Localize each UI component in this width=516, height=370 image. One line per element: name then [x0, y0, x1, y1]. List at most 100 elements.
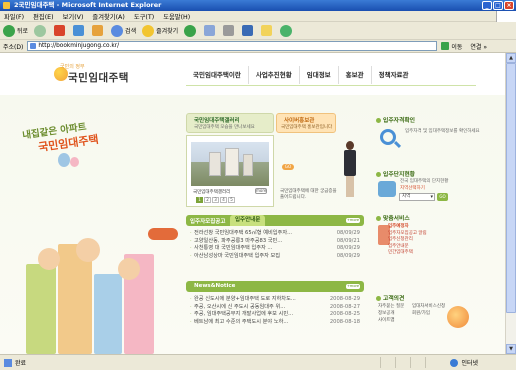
- gallery-more-button[interactable]: more: [255, 188, 267, 194]
- region-select[interactable]: 지역: [399, 193, 435, 201]
- mail-icon: [204, 25, 216, 36]
- list-item[interactable]: 완공 신도시에 분양+임대주택 도로 지하차도... 2008-08-29: [190, 296, 360, 304]
- stop-icon: [54, 25, 66, 36]
- globe-icon: [450, 358, 459, 367]
- links-button[interactable]: 연결 »: [470, 42, 487, 51]
- gallery-title: 국민임대주택갤러리: [194, 118, 240, 124]
- pager-item[interactable]: 2: [204, 197, 211, 203]
- discuss-button[interactable]: [261, 25, 274, 36]
- pager-item[interactable]: 4: [220, 197, 227, 203]
- site-logo[interactable]: 국민임대주택: [68, 70, 129, 85]
- sitemap-link[interactable]: 사이트맵: [378, 317, 404, 324]
- cyber-go-button[interactable]: GO: [282, 164, 294, 170]
- news-list: 완공 신도시에 분양+임대주택 도로 지하차도... 2008-08-29 주공,…: [190, 296, 360, 327]
- pager-item[interactable]: 1: [196, 197, 203, 203]
- gallery-photo[interactable]: [191, 142, 269, 186]
- favorites-button[interactable]: 즐겨찾기: [142, 24, 178, 37]
- forward-button[interactable]: [34, 24, 48, 37]
- history-button[interactable]: [184, 24, 198, 37]
- list-item[interactable]: 전라선창 국민임대주택 65㎡형 예비입주자... 08/09/29: [190, 230, 360, 238]
- customer-title: 고객의견: [376, 293, 404, 302]
- list-item[interactable]: 고양일산동, 파주공릉3 마주공83 국민... 08/09/21: [190, 237, 360, 246]
- disclosure-link[interactable]: 정보공개: [378, 310, 404, 317]
- nav-progress[interactable]: 사업추진현황: [247, 66, 299, 84]
- close-button[interactable]: ×: [504, 1, 514, 10]
- nav-about[interactable]: 국민임대주택이란: [186, 66, 248, 84]
- scroll-down-arrow-icon[interactable]: ▼: [506, 344, 516, 354]
- go-arrow-icon: [441, 42, 450, 50]
- print-button[interactable]: [223, 25, 236, 36]
- news-item-title: 주공, 오산시에 신 주도시 공동임대주 위...: [194, 303, 286, 310]
- guide-woman-image: [343, 141, 357, 197]
- ie-logo-icon: [3, 2, 10, 9]
- airplane-icon: [148, 228, 178, 240]
- region-go-button[interactable]: GO: [437, 193, 448, 201]
- scroll-thumb[interactable]: [506, 63, 516, 313]
- back-button[interactable]: 뒤로: [3, 24, 28, 37]
- cyber-description: 국민임대주택에 대한 궁금증을 풀어드립니다.: [280, 189, 337, 200]
- stop-button[interactable]: [54, 25, 67, 36]
- search-button[interactable]: 검색: [111, 24, 136, 37]
- notice-date: 08/09/21: [336, 237, 360, 244]
- menu-help[interactable]: 도움말(H): [163, 12, 190, 21]
- notice-more-button[interactable]: +more: [346, 218, 360, 223]
- tab-guide[interactable]: 입주안내문: [230, 215, 266, 226]
- list-item[interactable]: 베트남에 최고 수준의 주택도시 분야 노하... 2008-08-18: [190, 318, 360, 327]
- menu-file[interactable]: 파일(F): [4, 12, 24, 21]
- list-item[interactable]: 아산남성상마 국민임대주택 입주자 모집 08/09/29: [190, 253, 360, 261]
- customer-links-right: 임대차서비스신청 회원/가입: [412, 303, 445, 317]
- vertical-scrollbar[interactable]: ▲ ▼: [505, 53, 516, 354]
- news-title[interactable]: News&Notice: [194, 283, 235, 289]
- edit-button[interactable]: [242, 25, 255, 36]
- tab-recruit[interactable]: 입주자모집공고: [190, 217, 225, 225]
- home-button[interactable]: [92, 25, 105, 36]
- menu-bar: 파일(F) 편집(E) 보기(V) 즐겨찾기(A) 도구(T) 도움말(H): [0, 11, 516, 22]
- nav-policy[interactable]: 정책자료관: [370, 66, 416, 84]
- list-item[interactable]: 주공, 임대주택공부지 개발사업에 후보 시민... 2008-08-25: [190, 311, 360, 319]
- news-item-date: 2008-08-18: [329, 318, 360, 325]
- search-icon: [111, 24, 124, 37]
- maximize-button[interactable]: □: [493, 1, 503, 10]
- service-item[interactable]: 민간임대주택: [388, 250, 427, 257]
- refresh-icon: [73, 25, 85, 36]
- pager-item[interactable]: 3: [212, 197, 219, 203]
- nav-rental-info[interactable]: 임대정보: [298, 66, 338, 84]
- refresh-button[interactable]: [73, 25, 86, 36]
- scroll-up-arrow-icon[interactable]: ▲: [506, 53, 516, 63]
- go-button[interactable]: 이동: [441, 42, 462, 51]
- notice-title: 고양일산동, 파주공릉3 마주공83 국민...: [194, 237, 283, 244]
- membership-link[interactable]: 회원/가입: [412, 310, 445, 317]
- list-item[interactable]: 주공, 오산시에 신 주도시 공동임대주 위... 2008-08-27: [190, 303, 360, 312]
- menu-tools[interactable]: 도구(T): [134, 12, 154, 21]
- address-input[interactable]: http://bookminjugong.co.kr/: [27, 41, 438, 51]
- faq-link[interactable]: 자주묻는 질문: [378, 303, 404, 310]
- news-more-button[interactable]: +more: [346, 284, 360, 289]
- news-item-title: 주공, 임대주택공부지 개발사업에 후보 시민...: [194, 311, 294, 317]
- eligibility-title[interactable]: 입주자격확인: [376, 115, 415, 124]
- minimize-button[interactable]: _: [482, 1, 492, 10]
- site-header: 국민의 정부 국민임대주택 국민임대주택이란 사업추진현황 임대정보 홍보관 정…: [0, 53, 505, 95]
- apartment-building: [225, 148, 239, 176]
- logo-tagline: 국민의 정부: [60, 64, 85, 70]
- list-item[interactable]: 사천통영 대 국민임대주택 입주자 ... 08/09/29: [190, 245, 360, 253]
- mail-button[interactable]: [204, 25, 217, 36]
- pager-item[interactable]: 5: [228, 197, 235, 203]
- notice-title: 전라선창 국민임대주택 65㎡형 예비입주자...: [194, 230, 293, 236]
- complex-title[interactable]: 입주단지현황: [376, 169, 415, 178]
- page-icon: [4, 358, 12, 367]
- news-item-date: 2008-08-29: [329, 296, 360, 302]
- eligibility-desc: 입주자격 및 임대주택정보를 확인하세요: [405, 129, 480, 134]
- cyber-subtitle: 국민임대주택 홍보관입니다: [281, 125, 333, 130]
- global-nav: 국민임대주택이란 사업추진현황 임대정보 홍보관 정책자료관: [186, 66, 416, 84]
- print-icon: [223, 25, 235, 36]
- menu-edit[interactable]: 편집(E): [33, 12, 53, 21]
- service-request-link[interactable]: 임대차서비스신청: [412, 303, 445, 310]
- apartment-building: [243, 154, 253, 176]
- messenger-button[interactable]: [280, 24, 294, 37]
- nav-pr[interactable]: 홍보관: [337, 66, 371, 84]
- menu-view[interactable]: 보기(V): [63, 12, 84, 21]
- address-label: 주소(D): [3, 43, 24, 51]
- menu-favorites[interactable]: 즐겨찾기(A): [92, 12, 124, 21]
- status-bar: 완료 인터넷: [0, 354, 516, 370]
- notice-tabs: 입주자모집공고 입주안내문 +more: [186, 215, 364, 226]
